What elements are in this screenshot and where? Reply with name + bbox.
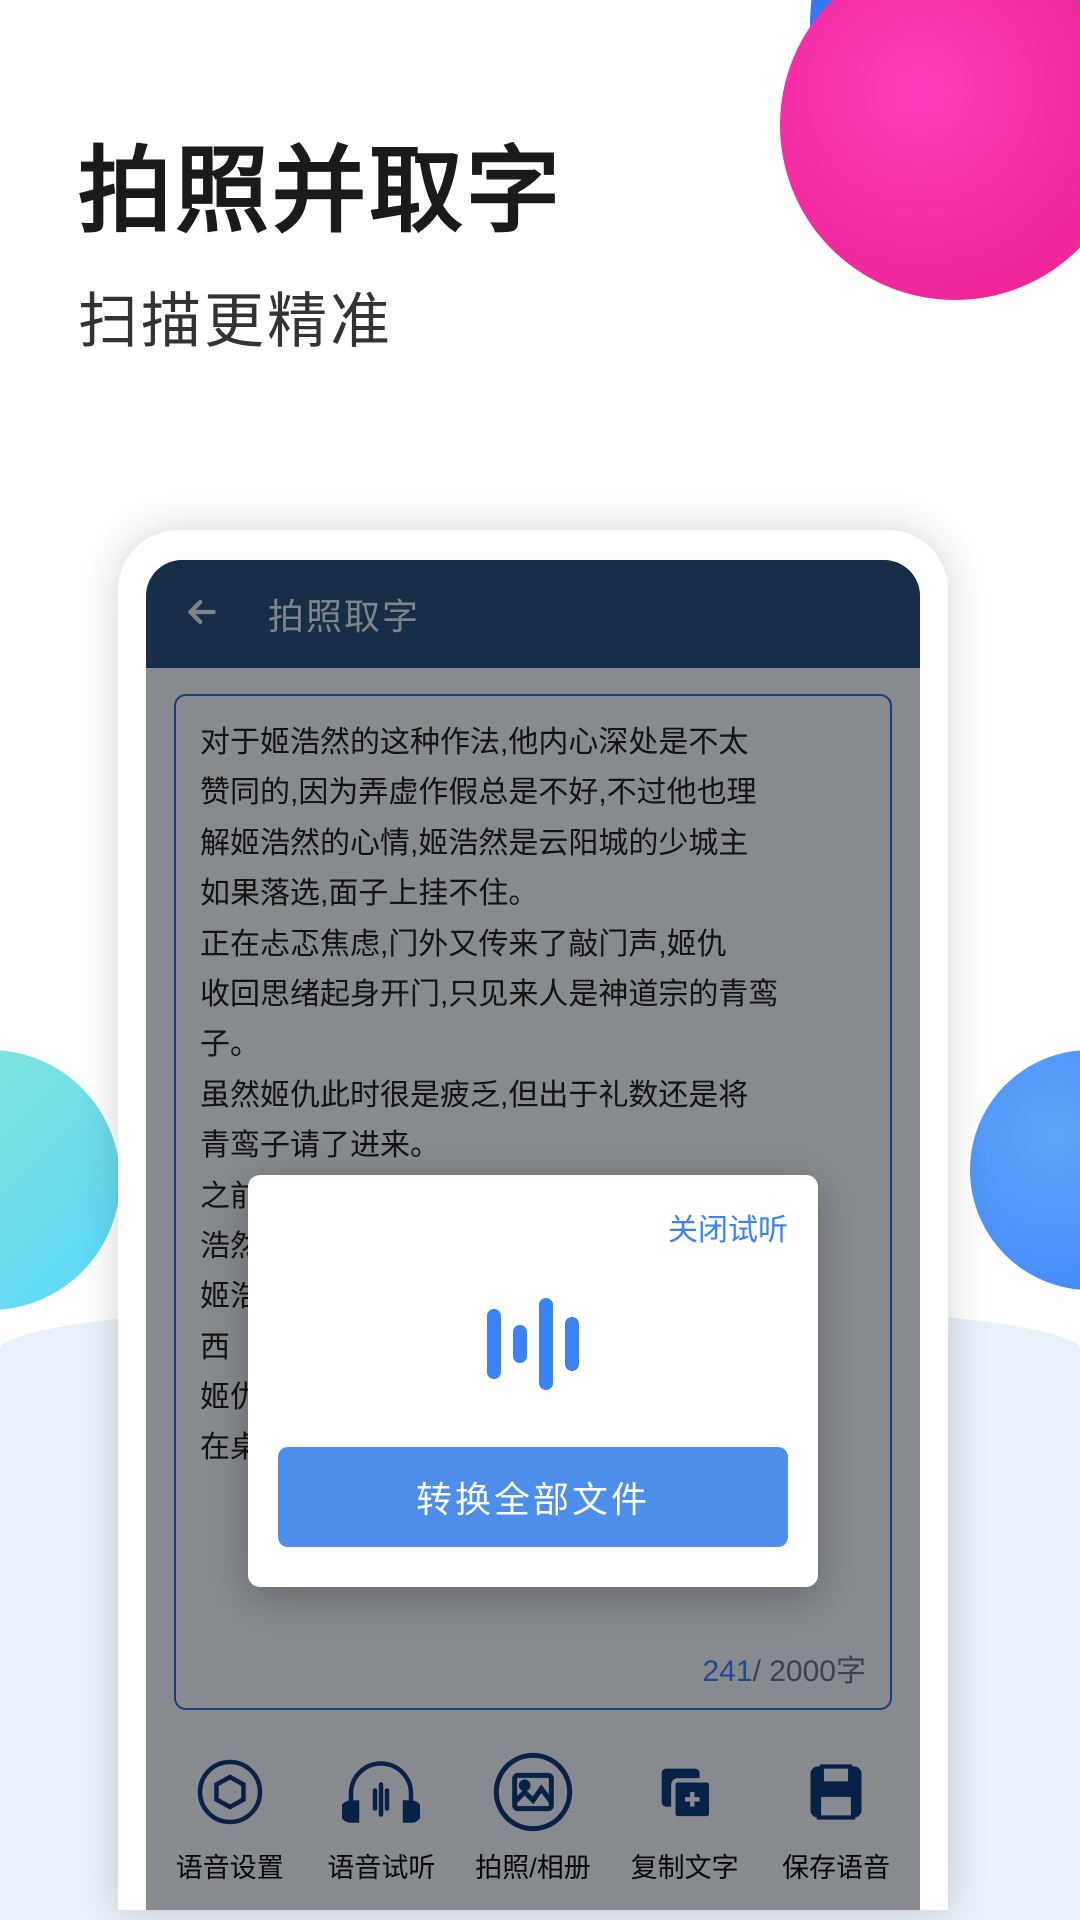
close-preview-link[interactable]: 关闭试听 [278, 1205, 788, 1249]
decor-circle-blue-right [970, 1050, 1080, 1290]
phone-screen: 拍照取字 对于姬浩然的这种作法,他内心深处是不太 赞同的,因为弄虚作假总是不好,… [146, 560, 920, 1910]
page-title: 拍照并取字 [78, 115, 563, 251]
page-headline: 拍照并取字 扫描更精准 [78, 115, 563, 360]
decor-circle-pink [780, 0, 1080, 300]
audio-wave-icon [278, 1289, 788, 1399]
decor-circle-cyan [0, 1050, 120, 1310]
convert-all-button[interactable]: 转换全部文件 [278, 1447, 788, 1547]
phone-mockup: 拍照取字 对于姬浩然的这种作法,他内心深处是不太 赞同的,因为弄虚作假总是不好,… [118, 530, 948, 1910]
voice-preview-modal: 关闭试听 转换全部文件 [248, 1175, 818, 1587]
page-subtitle: 扫描更精准 [78, 273, 563, 360]
